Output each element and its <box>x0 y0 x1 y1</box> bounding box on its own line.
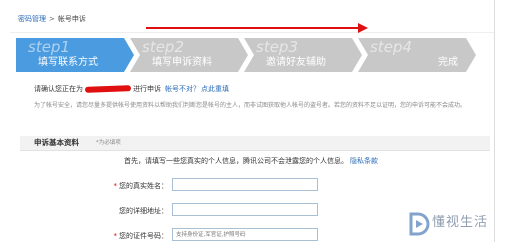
step-2-appeal-info: step2 填写申诉资料 <box>130 38 248 72</box>
redacted-account-mark <box>84 85 132 93</box>
address-label-text: 您的详细地址： <box>119 207 168 215</box>
step-number: step1 <box>28 38 70 56</box>
required-asterisk: * <box>113 232 118 240</box>
watermark-text: 懂视生活 <box>432 215 489 230</box>
required-note: *为必填项 <box>96 140 121 146</box>
confirm-suffix: 进行申诉 <box>133 85 161 93</box>
breadcrumb-password-management-link[interactable]: 密码管理 <box>18 15 46 23</box>
address-label: 您的详细地址： <box>96 206 168 216</box>
step-label: 填写申诉资料 <box>152 57 212 68</box>
intro-line: 首先，请填写一些您真实的个人信息，腾讯公司不会泄露您的个人信息。 隐私条款 <box>124 156 378 166</box>
required-asterisk: * <box>113 182 118 190</box>
step-label: 完成 <box>438 57 458 68</box>
section-header-basic-info: 申诉基本资料 *为必填项 <box>20 136 490 151</box>
section-title: 申诉基本资料 <box>34 138 79 147</box>
step-label: 填写联系方式 <box>38 57 98 68</box>
step-1-contact-info: step1 填写联系方式 <box>16 38 134 72</box>
breadcrumb-current: 帐号申诉 <box>57 15 86 23</box>
step-3-invite-friends: step3 邀请好友辅助 <box>244 38 362 72</box>
confirm-prefix: 请确认您正在为 <box>34 85 83 93</box>
account-confirm-line: 请确认您正在为 进行申诉 帐号不对？点此重填 <box>34 84 229 94</box>
step-number: step3 <box>256 38 298 56</box>
appeal-page: 密码管理 > 帐号申诉 step1 填写联系方式 step2 填写申诉资料 step… <box>0 0 505 242</box>
red-arrow-annotation <box>146 23 368 33</box>
id-number-label-text: 您的证件号码： <box>119 232 168 240</box>
wrong-account-text: 帐号不对？ <box>165 85 200 93</box>
real-name-label-text: 您的真实姓名： <box>119 182 168 190</box>
intro-text: 首先，请填写一些您真实的个人信息，腾讯公司不会泄露您的个人信息。 <box>124 157 348 165</box>
refill-link[interactable]: 点此重填 <box>201 85 229 93</box>
step-number: step4 <box>370 38 412 56</box>
security-notice: 为了帐号安全，请您尽量多提供帐号使用资料以帮助我们判断您是帐号的主人，而非试图获… <box>34 102 467 109</box>
real-name-input[interactable] <box>172 178 318 191</box>
breadcrumb-separator: > <box>49 15 55 23</box>
breadcrumb: 密码管理 > 帐号申诉 <box>18 15 86 24</box>
step-number: step2 <box>142 38 184 56</box>
id-number-input[interactable] <box>172 228 318 241</box>
address-input[interactable] <box>172 203 318 216</box>
page-right-border <box>494 0 495 242</box>
play-d-logo-icon <box>409 212 430 236</box>
id-number-label: * 您的证件号码： <box>96 231 169 241</box>
step-label: 邀请好友辅助 <box>266 57 326 68</box>
step-4-complete: step4 完成 <box>358 38 476 72</box>
real-name-label: * 您的真实姓名： <box>96 181 169 191</box>
privacy-policy-link[interactable]: 隐私条款 <box>350 157 378 165</box>
